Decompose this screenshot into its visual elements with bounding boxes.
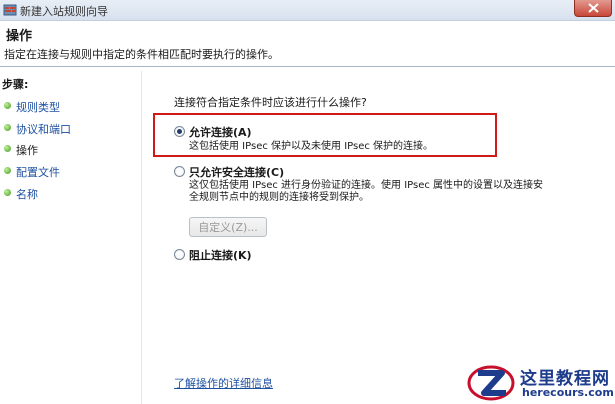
close-button[interactable] bbox=[574, 0, 612, 17]
rule-wizard-window: 新建入站规则向导 操作 指定在连接与规则中指定的条件相匹配时要执行的操作。 步骤… bbox=[0, 0, 615, 404]
logo-icon bbox=[467, 365, 515, 401]
firewall-icon bbox=[3, 4, 17, 16]
action-question: 连接符合指定条件时应该进行什么操作? bbox=[174, 96, 367, 109]
title-bar: 新建入站规则向导 bbox=[0, 0, 615, 21]
step-label: 配置文件 bbox=[16, 166, 60, 179]
wizard-header: 操作 指定在连接与规则中指定的条件相匹配时要执行的操作。 bbox=[0, 21, 615, 67]
main-panel: 连接符合指定条件时应该进行什么操作? 允许连接(A) 这包括使用 IPsec 保… bbox=[142, 71, 615, 404]
secure-connection-description-line2: 全规则节点中的规则的连接将受到保护。 bbox=[189, 192, 369, 203]
step-action[interactable]: 操作 bbox=[4, 141, 140, 159]
step-bullet-icon bbox=[4, 167, 11, 174]
learn-more-link[interactable]: 了解操作的详细信息 bbox=[174, 375, 273, 391]
page-description: 指定在连接与规则中指定的条件相匹配时要执行的操作。 bbox=[4, 48, 279, 61]
step-protocol-port[interactable]: 协议和端口 bbox=[4, 120, 140, 138]
secure-connection-description-line1: 这仅包括使用 IPsec 进行身份验证的连接。使用 IPsec 属性中的设置以及… bbox=[189, 180, 544, 191]
step-label: 名称 bbox=[16, 188, 38, 201]
allow-connection-radio[interactable] bbox=[174, 126, 185, 137]
watermark-subtitle: herecours.com bbox=[522, 386, 614, 399]
steps-heading: 步骤: bbox=[2, 78, 29, 91]
step-label: 协议和端口 bbox=[16, 123, 71, 136]
window-title: 新建入站规则向导 bbox=[20, 5, 108, 18]
site-watermark: 这里教程网 herecours.com bbox=[462, 361, 615, 404]
block-connection-label[interactable]: 阻止连接(K) bbox=[189, 247, 252, 263]
step-bullet-icon bbox=[4, 145, 11, 152]
close-icon bbox=[588, 3, 599, 13]
secure-connection-radio[interactable] bbox=[174, 166, 185, 177]
secure-connection-label[interactable]: 只允许安全连接(C) bbox=[189, 164, 284, 180]
step-label: 规则类型 bbox=[16, 101, 60, 114]
step-label: 操作 bbox=[16, 144, 38, 157]
step-bullet-icon bbox=[4, 124, 11, 131]
step-bullet-icon bbox=[4, 102, 11, 109]
step-bullet-icon bbox=[4, 189, 11, 196]
allow-connection-description: 这包括使用 IPsec 保护以及未使用 IPsec 保护的连接。 bbox=[189, 141, 434, 152]
step-name[interactable]: 名称 bbox=[4, 185, 140, 203]
steps-panel: 步骤: 规则类型 协议和端口 操作 配置文件 名称 bbox=[0, 71, 142, 404]
block-connection-radio[interactable] bbox=[174, 249, 185, 260]
page-title: 操作 bbox=[6, 29, 33, 44]
customize-button[interactable]: 自定义(Z)... bbox=[189, 217, 267, 237]
allow-connection-label[interactable]: 允许连接(A) bbox=[189, 124, 252, 140]
step-profile[interactable]: 配置文件 bbox=[4, 163, 140, 181]
step-rule-type[interactable]: 规则类型 bbox=[4, 98, 140, 116]
